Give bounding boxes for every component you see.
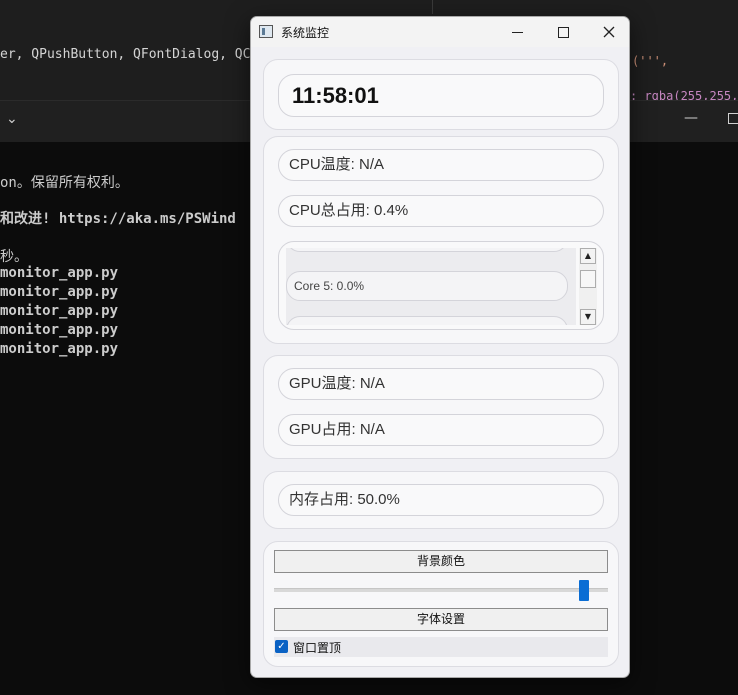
- terminal-minimize-icon[interactable]: —: [684, 110, 698, 126]
- slider-handle[interactable]: [579, 580, 589, 601]
- core-item: [286, 248, 568, 252]
- core-item: [286, 316, 568, 325]
- always-on-top-checkbox-row[interactable]: ✓ 窗口置顶: [274, 637, 608, 657]
- terminal-line: monitor_app.py: [0, 284, 119, 300]
- editor-divider: [432, 0, 433, 14]
- core-list-scroll-area[interactable]: Core 5: 0.0% ▲ ▼: [278, 241, 604, 330]
- clock-display: 11:58:01: [278, 74, 604, 117]
- title-bar[interactable]: 系统监控: [251, 17, 629, 47]
- opacity-slider[interactable]: [274, 580, 608, 602]
- core-list-viewport: Core 5: 0.0%: [286, 248, 576, 325]
- scroll-up-arrow-icon[interactable]: ▲: [580, 248, 596, 264]
- cpu-group: CPU温度: N/A CPU总占用: 0.4% Core 5: 0.0% ▲ ▼: [263, 136, 619, 344]
- window-title: 系统监控: [281, 26, 330, 40]
- app-icon: [259, 25, 273, 38]
- editor-code-fragment: (''',: [632, 54, 669, 68]
- chevron-down-icon[interactable]: ⌄: [6, 111, 18, 127]
- terminal-line: on。保留所有权利。: [0, 175, 129, 191]
- font-settings-button[interactable]: 字体设置: [274, 608, 608, 631]
- close-icon: [603, 26, 615, 38]
- cpu-temp-label: CPU温度: N/A: [278, 149, 604, 181]
- gpu-usage-label: GPU占用: N/A: [278, 414, 604, 446]
- core-item: Core 5: 0.0%: [286, 271, 568, 301]
- terminal-line: monitor_app.py: [0, 341, 119, 357]
- maximize-icon: [557, 26, 569, 38]
- settings-group: 背景颜色 字体设置 ✓ 窗口置顶: [263, 541, 619, 667]
- vertical-scrollbar[interactable]: ▲ ▼: [579, 248, 597, 325]
- maximize-button[interactable]: [540, 17, 586, 47]
- terminal-line: monitor_app.py: [0, 265, 119, 281]
- scrollbar-thumb[interactable]: [580, 270, 596, 288]
- minimize-icon: [511, 31, 523, 33]
- cpu-usage-label: CPU总占用: 0.4%: [278, 195, 604, 227]
- slider-groove: [274, 588, 608, 592]
- clock-group: 11:58:01: [263, 59, 619, 130]
- terminal-line: 秒。: [0, 249, 28, 265]
- scroll-down-arrow-icon[interactable]: ▼: [580, 309, 596, 325]
- memory-usage-label: 内存占用: 50.0%: [278, 484, 604, 516]
- terminal-line: monitor_app.py: [0, 303, 119, 319]
- terminal-maximize-icon[interactable]: [728, 113, 738, 124]
- checkbox-checked-icon[interactable]: ✓: [275, 640, 288, 653]
- system-monitor-window: 系统监控 11:58:01 CPU温度: N/A CPU总占用: 0.4% Co…: [250, 16, 630, 678]
- always-on-top-label: 窗口置顶: [293, 641, 342, 655]
- gpu-temp-label: GPU温度: N/A: [278, 368, 604, 400]
- editor-code-line: er, QPushButton, QFontDialog, QCh: [0, 47, 259, 62]
- memory-group: 内存占用: 50.0%: [263, 471, 619, 529]
- close-button[interactable]: [586, 17, 629, 47]
- minimize-button[interactable]: [494, 17, 540, 47]
- background-color-button[interactable]: 背景颜色: [274, 550, 608, 573]
- gpu-group: GPU温度: N/A GPU占用: N/A: [263, 355, 619, 459]
- terminal-line: 和改进! https://aka.ms/PSWind: [0, 211, 236, 227]
- terminal-line: monitor_app.py: [0, 322, 119, 338]
